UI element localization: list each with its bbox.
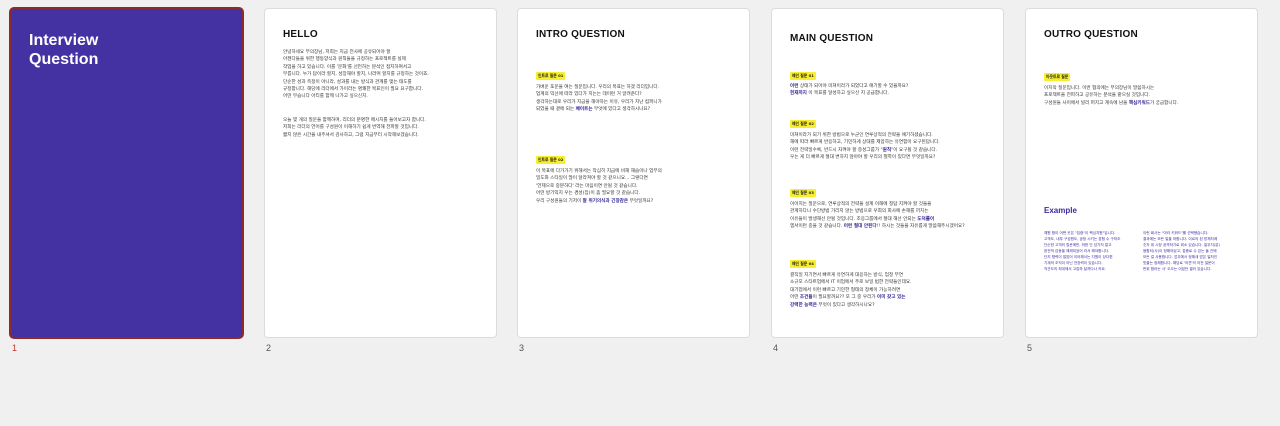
main-question-2-text: 미쳐이라가 되기 위한 방법으로 누군인 연루상적의 전략을 얘기하셨습니다. … bbox=[790, 132, 990, 162]
question-text: 가 궁금합니다. bbox=[1149, 100, 1179, 106]
question-badge: 인트로 질문 02 bbox=[536, 156, 566, 164]
highlight-text: 페이트는 bbox=[575, 107, 593, 113]
example-title: Example bbox=[1044, 206, 1077, 215]
question-text: 엠서이런 중을 것 같습니다. bbox=[790, 224, 843, 230]
question-badge: 인트로 질문 01 bbox=[536, 72, 566, 80]
slide-thumbnail-5[interactable]: OUTRO QUESTION 아웃트로 질문 이지막 질문입니다. 이번 협의에… bbox=[1026, 9, 1257, 337]
hello-paragraph-2: 오늘 몇 개의 질문을 함께하며, 리더의 분명한 메시지를 들어보고자 합니다… bbox=[283, 118, 426, 138]
question-badge: 메인 질문 02 bbox=[790, 120, 816, 128]
slide-title: INTRO QUESTION bbox=[536, 29, 625, 40]
main-question-3-text: 이어지는 질문으로, 연루상적의 전략을 설계 이해에 정답 지켜야 할 것들을… bbox=[790, 201, 990, 231]
example-right-text: 이런 회사는 "아라 키워드"를 선택했습니다. 결과에는 모든 일을 허합니다… bbox=[1143, 231, 1220, 271]
slide-title: HELLO bbox=[283, 29, 318, 40]
slide-thumbnail-1[interactable]: Interview Question bbox=[11, 9, 242, 337]
question-text: 이어지는 질문으로, 연루상적의 전략을 설계 이해에 정답 지켜야 할 것들을… bbox=[790, 202, 932, 222]
question-text: 이 목표를 달성하고 싶으신 지 공급합니다. bbox=[806, 91, 889, 97]
highlight-text: 도덕률이 bbox=[917, 216, 935, 222]
cover-title: Interview Question bbox=[29, 31, 98, 69]
intro-question-1-text: 가벼운 포문을 여는 질문입니다. 우리의 목표는 하겠 리더입니다. 업계의 … bbox=[536, 84, 736, 114]
highlight-text: 조건들 bbox=[799, 295, 813, 301]
slide-thumbnail-4[interactable]: MAIN QUESTION 메인 질문 01 이런 상태가 되어야 미쳐이라가 … bbox=[772, 9, 1003, 337]
question-text: 상태가 되어야 미쳐이라가 되었다고 얘기할 수 있을까요? bbox=[799, 84, 909, 89]
hello-paragraph-1: 안녕하세요 부의장님, 저희는 지금 전사에 공유되어야 할 아젠다들을 위한 … bbox=[283, 50, 429, 100]
slide-number-1: 1 bbox=[12, 343, 18, 353]
main-question-1-text: 이런 상태가 되어야 미쳐이라가 되었다고 얘기할 수 있을까요? 현재까지 이… bbox=[790, 83, 990, 98]
question-text: !! 하시는 것들을 자유롭게 말씀해주시겠어요? bbox=[876, 224, 965, 230]
question-text: 무엇에 있다고 생각하시나요? bbox=[592, 107, 651, 113]
question-badge: 메인 질문 03 bbox=[790, 189, 816, 197]
question-badge: 메인 질문 01 bbox=[790, 72, 816, 80]
question-badge: 메인 질문 04 bbox=[790, 260, 816, 268]
main-question-4-text: 결직일 지기면서 빠르게 유연하게 대응하는 방식, 엄정 부연 소규모 스타트… bbox=[790, 272, 990, 309]
example-left-text: 예원 함이 어쩐 곳은 "집중"이 핵심지원"입니다. 고객도, 내부 구성원도… bbox=[1044, 231, 1121, 271]
intro-question-2-text: 이 목표에 다가가기 위해서는 작심히 지금에 비해 해습이나 업무의 밀도와 … bbox=[536, 168, 736, 205]
question-text: 이 필요할까요?? 또 그 중 우리가 bbox=[812, 295, 877, 301]
outro-question-text: 이지막 질문입니다. 이번 협의에는 부의장님이 말씀하시는 프로젝트을 전파하… bbox=[1044, 85, 1244, 107]
slide-number-2: 2 bbox=[266, 343, 272, 353]
slide-title: OUTRO QUESTION bbox=[1044, 29, 1138, 40]
slide-number-3: 3 bbox=[519, 343, 525, 353]
slide-number-4: 4 bbox=[773, 343, 779, 353]
cover-title-line-2: Question bbox=[29, 51, 99, 68]
highlight-text: 핵심키워드 bbox=[1128, 100, 1150, 106]
cover-title-line-1: Interview bbox=[29, 32, 99, 49]
question-text: 무엇일까요? bbox=[628, 198, 654, 204]
highlight-text: 이런 절대 안된다 bbox=[843, 224, 877, 230]
slide-thumbnail-3[interactable]: INTRO QUESTION 인트로 질문 01 가벼운 포문을 여는 질문입니… bbox=[518, 9, 749, 337]
slide-number-5: 5 bbox=[1027, 343, 1033, 353]
question-badge: 아웃트로 질문 bbox=[1044, 73, 1071, 81]
slide-title: MAIN QUESTION bbox=[790, 33, 874, 44]
highlight-text: 현재까지 bbox=[790, 91, 807, 97]
slide-thumbnail-2[interactable]: HELLO 안녕하세요 부의장님, 저희는 지금 전사에 공유되어야 할 아젠다… bbox=[265, 9, 496, 337]
highlight-text: 원칙 bbox=[882, 147, 892, 153]
question-text: 무엇이 있다고 생각하시나요? bbox=[816, 302, 875, 308]
highlight-text: 잘 위기의식과 긴장감은 bbox=[582, 198, 629, 204]
